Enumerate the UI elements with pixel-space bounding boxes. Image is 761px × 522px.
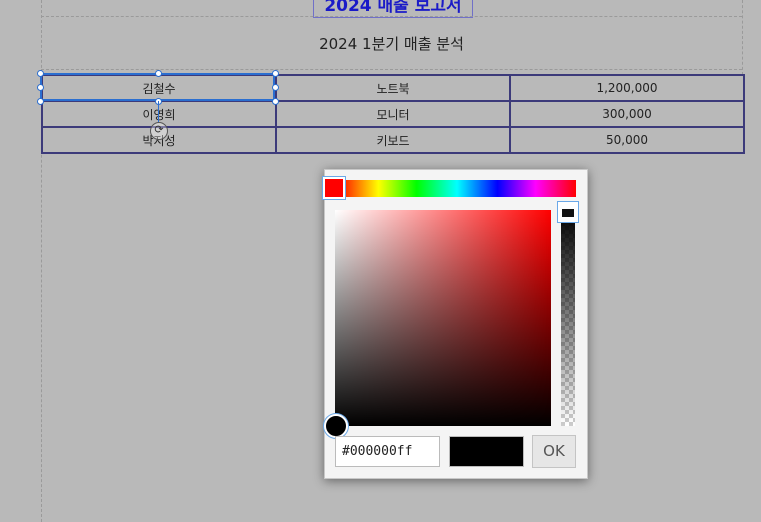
resize-handle-top[interactable] (155, 70, 162, 77)
color-area-thumb[interactable] (324, 414, 348, 438)
table-cell-product[interactable]: 모니터 (275, 100, 511, 128)
table-cell-product[interactable]: 키보드 (275, 126, 511, 154)
page-margin-right (742, 0, 743, 75)
table-cell-amount[interactable]: 50,000 (509, 126, 745, 154)
resize-handle-top-right[interactable] (272, 70, 279, 77)
table-cell-amount[interactable]: 1,200,000 (509, 74, 745, 102)
alpha-slider[interactable] (561, 210, 575, 426)
table-cell-product[interactable]: 노트북 (275, 74, 511, 102)
ok-button[interactable]: OK (532, 435, 576, 468)
resize-handle-bottom-right[interactable] (272, 98, 279, 105)
table-row: 김철수 노트북 1,200,000 (41, 74, 745, 102)
table-row: 박지성 키보드 50,000 (41, 126, 745, 154)
sales-table: 김철수 노트북 1,200,000 이영희 모니터 300,000 박지성 키보… (41, 74, 745, 154)
rotate-icon[interactable]: ⟳ (150, 122, 168, 140)
alpha-slider-thumb[interactable] (557, 201, 579, 223)
document-subtitle[interactable]: 2024 1분기 매출 분석 (41, 33, 742, 54)
table-row: 이영희 모니터 300,000 (41, 100, 745, 128)
hue-slider[interactable] (338, 180, 576, 197)
subtitle-area: 2024 1분기 매출 분석 (41, 17, 742, 70)
rotate-handle-stem (158, 101, 159, 122)
resize-handle-top-left[interactable] (37, 70, 44, 77)
hue-slider-thumb[interactable] (323, 177, 345, 199)
color-picker: #000000ff OK (323, 169, 588, 479)
table-cell-amount[interactable]: 300,000 (509, 100, 745, 128)
hex-color-input[interactable]: #000000ff (335, 436, 440, 467)
saturation-value-area[interactable] (335, 210, 551, 426)
color-preview-swatch (449, 436, 524, 467)
resize-handle-bottom-left[interactable] (37, 98, 44, 105)
resize-handle-right[interactable] (272, 84, 279, 91)
resize-handle-left[interactable] (37, 84, 44, 91)
